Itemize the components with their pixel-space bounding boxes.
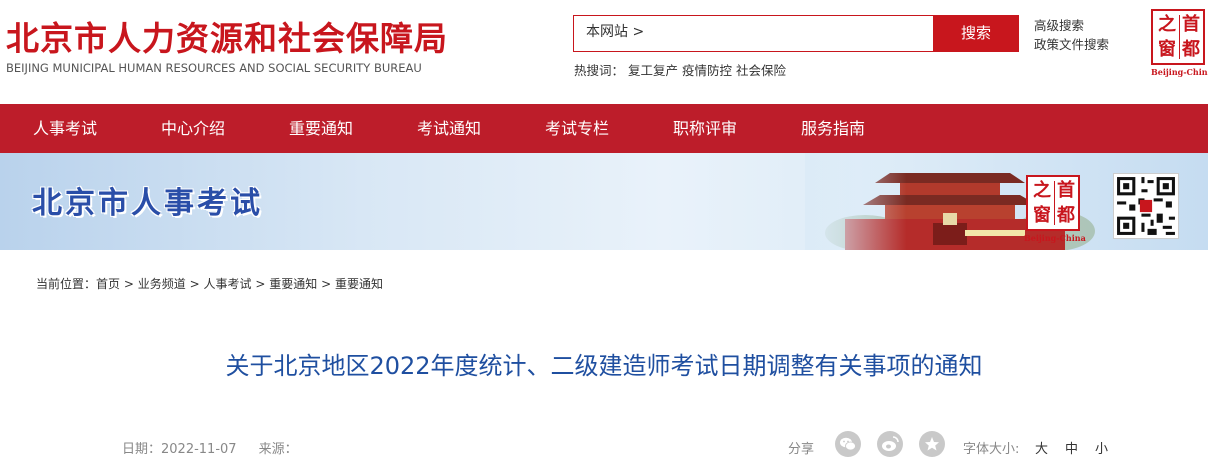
- source-label: 来源：: [258, 442, 298, 457]
- seal-char: 都: [1182, 39, 1200, 60]
- nav-item-exam-column[interactable]: 考试专栏: [545, 104, 609, 153]
- hot-search-item[interactable]: 社会保险: [736, 63, 786, 78]
- nav-item-center-intro[interactable]: 中心介绍: [161, 104, 225, 153]
- banner: 北京市人事考试 之 首 窗 都 Beijing-China: [0, 153, 1208, 250]
- font-size-label: 字体大小:: [963, 442, 1020, 457]
- site-header: 北京市人力资源和社会保障局 BEIJING MUNICIPAL HUMAN RE…: [0, 0, 1208, 104]
- wechat-icon[interactable]: [835, 431, 861, 457]
- search-button[interactable]: 搜索: [933, 15, 1019, 52]
- capital-window-caption: Beijing-China: [1024, 233, 1086, 243]
- hot-search-item[interactable]: 疫情防控: [682, 63, 732, 78]
- capital-window-caption: Beijing-China: [1151, 67, 1208, 77]
- article-date: 2022-11-07: [161, 442, 237, 457]
- search-input[interactable]: 本网站 >: [573, 15, 934, 52]
- search-links: 高级搜索 政策文件搜索: [1034, 16, 1109, 54]
- seal-char: 窗: [1033, 205, 1051, 226]
- site-name-cn[interactable]: 北京市人力资源和社会保障局: [6, 12, 448, 60]
- site-name-en: BEIJING MUNICIPAL HUMAN RESOURCES AND SO…: [6, 61, 422, 75]
- date-label: 日期：: [122, 442, 162, 457]
- article-container: 当前位置：首页 > 业务频道 > 人事考试 > 重要通知 > 重要通知 关于北京…: [6, 250, 1202, 465]
- capital-window-logo[interactable]: 之 首 窗 都: [1026, 175, 1080, 231]
- breadcrumb-item[interactable]: 重要通知: [335, 277, 383, 291]
- banner-title: 北京市人事考试: [32, 186, 263, 221]
- nav-item-service-guide[interactable]: 服务指南: [801, 104, 865, 153]
- nav-item-personnel-exam[interactable]: 人事考试: [33, 104, 97, 153]
- seal-char: 窗: [1158, 39, 1176, 60]
- advanced-search-link[interactable]: 高级搜索: [1034, 16, 1109, 35]
- breadcrumb-item[interactable]: 业务频道: [138, 277, 186, 291]
- breadcrumb-item[interactable]: 重要通知: [269, 277, 317, 291]
- breadcrumb-item[interactable]: 首页: [96, 277, 120, 291]
- breadcrumb-separator: >: [123, 277, 134, 291]
- share-label: 分享: [788, 442, 815, 457]
- font-size-large-button[interactable]: 大: [1035, 438, 1048, 457]
- weibo-icon[interactable]: [877, 431, 903, 457]
- hot-search: 热搜词： 复工复产 疫情防控 社会保险: [574, 60, 786, 79]
- nav-item-exam-notices[interactable]: 考试通知: [417, 104, 481, 153]
- font-size-medium-button[interactable]: 中: [1065, 438, 1078, 457]
- seal-char: 首: [1182, 14, 1200, 35]
- hot-search-item[interactable]: 复工复产: [628, 63, 678, 78]
- breadcrumb-separator: >: [255, 277, 266, 291]
- breadcrumb-separator: >: [321, 277, 332, 291]
- favorite-icon[interactable]: [919, 431, 945, 457]
- seal-char: 都: [1057, 205, 1075, 226]
- policy-search-link[interactable]: 政策文件搜索: [1034, 35, 1109, 54]
- breadcrumb: 当前位置：首页 > 业务频道 > 人事考试 > 重要通知 > 重要通知: [36, 275, 383, 292]
- main-nav: 人事考试 中心介绍 重要通知 考试通知 考试专栏 职称评审 服务指南: [0, 104, 1208, 153]
- seal-char: 首: [1057, 180, 1075, 201]
- seal-char: 之: [1033, 180, 1051, 201]
- nav-item-important-notices[interactable]: 重要通知: [289, 104, 353, 153]
- qr-code-icon: [1113, 173, 1179, 239]
- breadcrumb-item[interactable]: 人事考试: [203, 277, 251, 291]
- hot-search-label: 热搜词：: [574, 63, 625, 78]
- nav-item-title-review[interactable]: 职称评审: [673, 104, 737, 153]
- breadcrumb-separator: >: [189, 277, 200, 291]
- article-title: 关于北京地区2022年度统计、二级建造师考试日期调整有关事项的通知: [225, 352, 983, 380]
- seal-char: 之: [1158, 14, 1176, 35]
- capital-window-logo[interactable]: 之 首 窗 都: [1151, 9, 1205, 65]
- breadcrumb-label: 当前位置：: [36, 277, 97, 291]
- article-meta: 日期：2022-11-07 来源：: [122, 438, 298, 457]
- font-size-small-button[interactable]: 小: [1095, 438, 1108, 457]
